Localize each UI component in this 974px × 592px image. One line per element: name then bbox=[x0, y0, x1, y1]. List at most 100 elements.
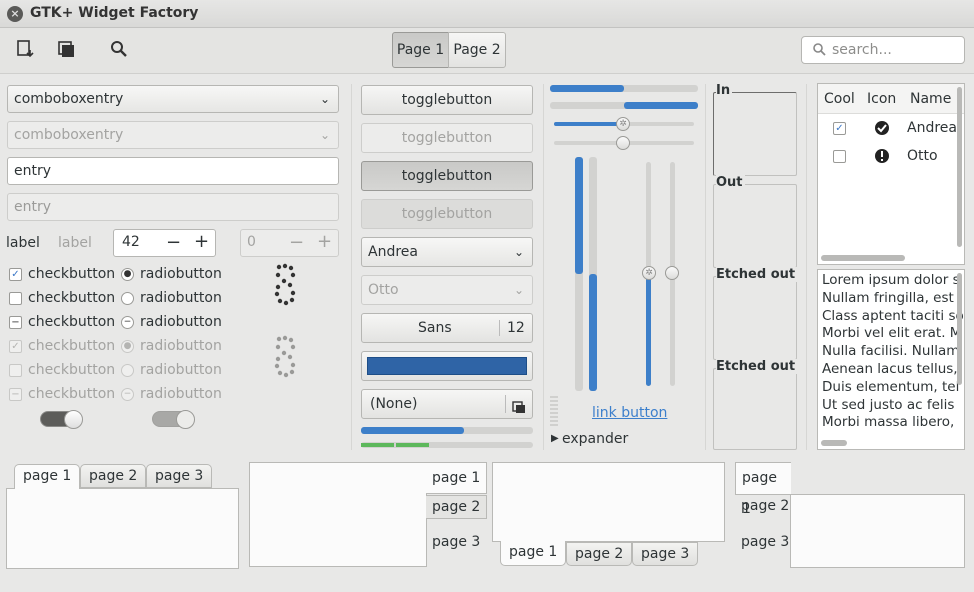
text-line: Morbi massa libero, bbox=[822, 414, 955, 431]
tab-page2[interactable]: page 2 bbox=[426, 495, 488, 519]
frame-etched-out-2 bbox=[713, 368, 797, 450]
tree-row-name: Andrea bbox=[907, 120, 957, 136]
hprogress-2 bbox=[550, 102, 698, 109]
checkbutton-label: checkbutton bbox=[28, 290, 116, 306]
radio-mixed[interactable]: − bbox=[121, 316, 134, 329]
column-header-name[interactable]: Name bbox=[910, 91, 951, 107]
tab-page2[interactable]: page 2 bbox=[80, 464, 147, 488]
vscale-1-knob[interactable]: ✲ bbox=[642, 266, 656, 280]
togglebutton-active[interactable]: togglebutton bbox=[361, 161, 533, 191]
expander-arrow-icon[interactable]: ▶ bbox=[551, 433, 559, 444]
frame-etched-out-1 bbox=[713, 276, 797, 360]
tab-page3[interactable]: page 3 bbox=[146, 464, 213, 488]
tab-page1[interactable]: page 1 bbox=[14, 464, 81, 489]
text-view[interactable]: Lorem ipsum dolor s Nullam fringilla, es… bbox=[817, 269, 965, 450]
color-button[interactable] bbox=[361, 351, 533, 381]
tab-page3[interactable]: page 3 bbox=[632, 542, 699, 566]
ok-icon bbox=[874, 120, 890, 140]
checkbox-unchecked[interactable] bbox=[9, 292, 22, 305]
copy-icon[interactable] bbox=[56, 38, 78, 60]
text-line: Nullam fringilla, est bbox=[822, 289, 954, 306]
plus-icon: + bbox=[317, 231, 333, 252]
switch-on-disabled bbox=[152, 410, 195, 429]
combobox-andrea[interactable]: Andrea ⌄ bbox=[361, 237, 533, 267]
scale-fill bbox=[646, 274, 651, 386]
cool-checkbox[interactable] bbox=[833, 150, 846, 163]
radiobutton-label: radiobutton bbox=[140, 290, 222, 306]
open-icon[interactable] bbox=[15, 38, 37, 60]
close-icon[interactable]: × bbox=[7, 6, 23, 22]
notebook-right-panel bbox=[249, 462, 427, 567]
combo-text: Andrea bbox=[368, 244, 418, 260]
tree-view[interactable]: Cool Icon Name ✓ Andrea Otto bbox=[817, 83, 965, 265]
comboboxentry-1[interactable]: comboboxentry ⌄ bbox=[7, 85, 339, 113]
label: label bbox=[6, 235, 40, 251]
h-scrollbar[interactable] bbox=[821, 440, 847, 446]
vscale-2-knob[interactable] bbox=[665, 266, 679, 280]
radiobutton-label: radiobutton bbox=[140, 314, 222, 330]
entry-field[interactable]: entry bbox=[7, 157, 339, 185]
plus-icon[interactable]: + bbox=[194, 231, 209, 252]
chevron-down-icon: ⌄ bbox=[513, 245, 524, 259]
togglebutton[interactable]: togglebutton bbox=[361, 85, 533, 115]
checkbutton-label: checkbutton bbox=[28, 362, 116, 378]
font-name: Sans bbox=[418, 320, 452, 336]
frame-etched-label: Etched out bbox=[716, 267, 798, 282]
hscale-1-knob[interactable]: ✲ bbox=[616, 117, 630, 131]
drag-handle[interactable] bbox=[550, 396, 558, 426]
column-header-cool[interactable]: Cool bbox=[824, 91, 855, 107]
togglebutton-disabled: togglebutton bbox=[361, 123, 533, 153]
minus-icon[interactable]: − bbox=[166, 232, 181, 253]
file-chooser-button[interactable]: (None) bbox=[361, 389, 533, 419]
progress-bar bbox=[361, 427, 533, 434]
progress-fill bbox=[361, 427, 465, 434]
tab-page1[interactable]: page 1 bbox=[426, 462, 488, 494]
level-bar bbox=[361, 442, 533, 448]
tab-page1[interactable]: page 1 bbox=[735, 462, 791, 517]
expander-label[interactable]: expander bbox=[562, 431, 628, 447]
spin-button[interactable]: 42 − + bbox=[113, 229, 216, 257]
tab-page3[interactable]: page 3 bbox=[426, 531, 486, 553]
tab-page3[interactable]: page 3 bbox=[735, 531, 795, 553]
search-icon[interactable] bbox=[108, 38, 130, 60]
tab-page2[interactable]: page 2 bbox=[735, 495, 795, 517]
tab-page2[interactable]: page 2 bbox=[566, 542, 633, 566]
radio-selected-disabled: ● bbox=[121, 340, 134, 353]
radiobutton-label: radiobutton bbox=[140, 338, 222, 354]
page1-toggle[interactable]: Page 1 bbox=[392, 32, 449, 68]
page2-toggle[interactable]: Page 2 bbox=[448, 32, 506, 68]
checkbox-mixed[interactable]: − bbox=[9, 316, 22, 329]
column-header-icon[interactable]: Icon bbox=[867, 91, 896, 107]
tab-page1[interactable]: page 1 bbox=[500, 541, 567, 566]
v-scrollbar[interactable] bbox=[957, 273, 962, 385]
cool-checkbox[interactable]: ✓ bbox=[833, 122, 846, 135]
open-file-icon bbox=[512, 396, 526, 424]
spinner-disabled-icon bbox=[272, 335, 298, 387]
color-swatch bbox=[367, 357, 527, 375]
vprogress-2 bbox=[589, 157, 597, 391]
checkbox-checked[interactable]: ✓ bbox=[9, 268, 22, 281]
v-scrollbar[interactable] bbox=[957, 87, 962, 247]
label-disabled: label bbox=[58, 235, 92, 251]
radiobutton-label: radiobutton bbox=[140, 362, 222, 378]
font-button[interactable]: Sans 12 bbox=[361, 313, 533, 343]
checkbutton-label: checkbutton bbox=[28, 338, 116, 354]
spin-value: 0 bbox=[247, 234, 256, 250]
text-line: Class aptent taciti so bbox=[822, 307, 964, 324]
hscale-2-knob[interactable] bbox=[616, 136, 630, 150]
h-scrollbar[interactable] bbox=[821, 255, 905, 261]
minus-icon: − bbox=[289, 232, 305, 253]
radio-unselected[interactable] bbox=[121, 292, 134, 305]
radio-selected[interactable]: ● bbox=[121, 268, 134, 281]
file-button-divider bbox=[505, 395, 506, 413]
comboboxentry-2: comboboxentry ⌄ bbox=[7, 121, 339, 149]
switch-on[interactable] bbox=[40, 410, 83, 429]
combo-text: comboboxentry bbox=[14, 127, 124, 143]
link-button[interactable]: link button bbox=[592, 405, 667, 421]
switch-knob bbox=[176, 410, 195, 429]
progress-fill bbox=[550, 85, 624, 92]
checkbox-checked-disabled: ✓ bbox=[9, 340, 22, 353]
font-size: 12 bbox=[507, 320, 525, 336]
text-line: Aenean lacus tellus, bbox=[822, 360, 958, 377]
notebook-bottom-panel bbox=[492, 462, 725, 542]
